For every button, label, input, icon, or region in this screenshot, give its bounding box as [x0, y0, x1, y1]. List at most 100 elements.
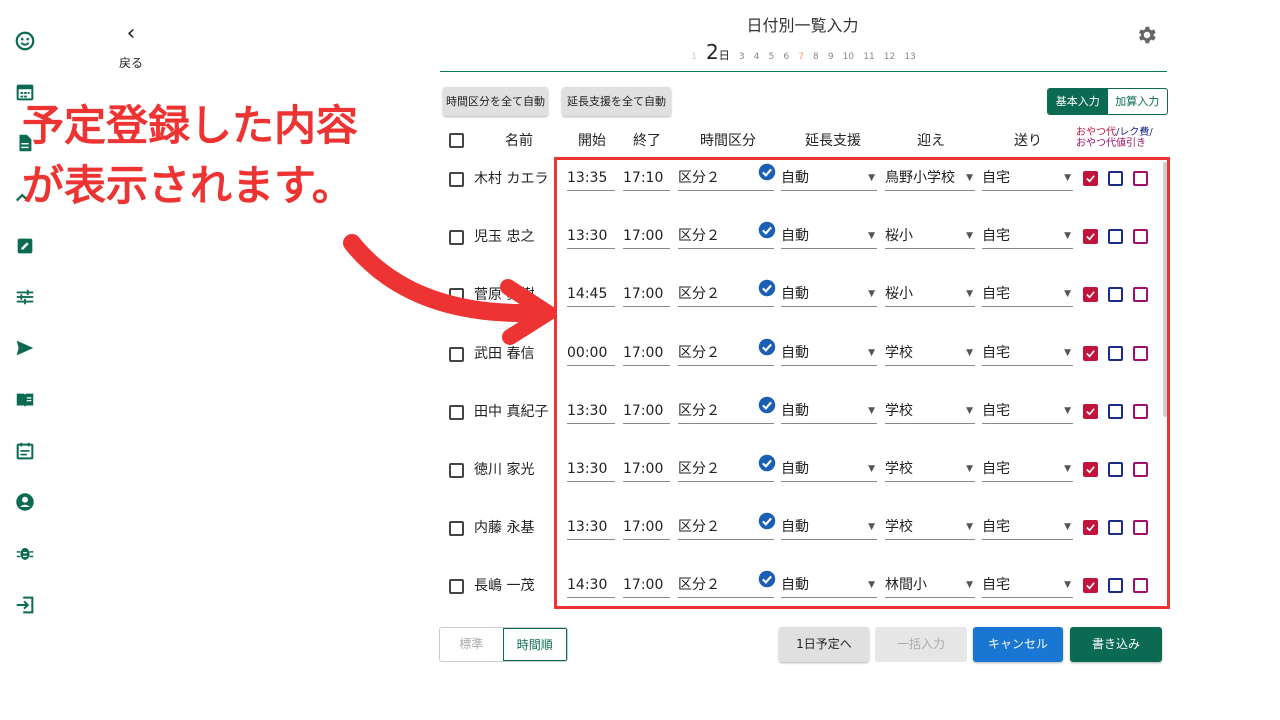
date-5[interactable]: 5	[769, 52, 775, 62]
book-icon[interactable]	[14, 389, 36, 411]
end-time-field[interactable]: 17:00	[623, 398, 670, 424]
edit-icon[interactable]	[14, 235, 36, 257]
event-note-icon[interactable]	[14, 440, 36, 462]
snack-fee-checkbox[interactable]	[1083, 578, 1098, 593]
start-time-field[interactable]: 13:30	[567, 398, 615, 424]
date-8[interactable]: 8	[813, 52, 819, 62]
bug-icon[interactable]	[14, 542, 36, 564]
start-time-field[interactable]: 00:00	[567, 340, 615, 366]
addon-input-tab[interactable]: 加算入力	[1108, 89, 1168, 114]
auto-time-class-button[interactable]: 時間区分を全て自動	[443, 87, 548, 116]
dropoff-select[interactable]: 自宅 ▼	[982, 398, 1073, 424]
sort-standard-tab[interactable]: 標準	[440, 628, 503, 661]
dropoff-select[interactable]: 自宅 ▼	[982, 514, 1073, 540]
recreation-fee-checkbox[interactable]	[1108, 171, 1123, 186]
date-1[interactable]: 1	[691, 52, 697, 62]
sort-time-tab[interactable]: 時間順	[502, 628, 567, 661]
auto-check-icon[interactable]	[758, 396, 776, 414]
recreation-fee-checkbox[interactable]	[1108, 229, 1123, 244]
dropoff-select[interactable]: 自宅 ▼	[982, 223, 1073, 249]
pickup-select[interactable]: 学校 ▼	[885, 456, 975, 482]
dropoff-select[interactable]: 自宅 ▼	[982, 281, 1073, 307]
date-13[interactable]: 13	[904, 52, 915, 62]
pickup-select[interactable]: 林間小 ▼	[885, 572, 975, 598]
auto-check-icon[interactable]	[758, 338, 776, 356]
end-time-field[interactable]: 17:10	[623, 165, 670, 191]
row-checkbox[interactable]	[449, 521, 464, 536]
cancel-button[interactable]: キャンセル	[973, 627, 1063, 662]
recreation-fee-checkbox[interactable]	[1108, 287, 1123, 302]
date-11[interactable]: 11	[863, 52, 874, 62]
dropoff-select[interactable]: 自宅 ▼	[982, 340, 1073, 366]
dropoff-select[interactable]: 自宅 ▼	[982, 572, 1073, 598]
date-3[interactable]: 3	[739, 52, 745, 62]
date-9[interactable]: 9	[828, 52, 834, 62]
day-plan-button[interactable]: 1日予定へ	[779, 627, 869, 662]
snack-discount-checkbox[interactable]	[1133, 287, 1148, 302]
start-time-field[interactable]: 13:30	[567, 456, 615, 482]
tune-icon[interactable]	[14, 286, 36, 308]
basic-input-tab[interactable]: 基本入力	[1048, 89, 1108, 114]
start-time-field[interactable]: 13:30	[567, 514, 615, 540]
row-checkbox[interactable]	[449, 347, 464, 362]
start-time-field[interactable]: 13:30	[567, 223, 615, 249]
auto-check-icon[interactable]	[758, 512, 776, 530]
dropoff-select[interactable]: 自宅 ▼	[982, 456, 1073, 482]
start-time-field[interactable]: 14:30	[567, 572, 615, 598]
snack-discount-checkbox[interactable]	[1133, 171, 1148, 186]
auto-check-icon[interactable]	[758, 454, 776, 472]
date-10[interactable]: 10	[843, 52, 854, 62]
extension-select[interactable]: 自動 ▼	[781, 514, 877, 540]
end-time-field[interactable]: 17:00	[623, 340, 670, 366]
pickup-select[interactable]: 学校 ▼	[885, 340, 975, 366]
snack-fee-checkbox[interactable]	[1083, 462, 1098, 477]
snack-discount-checkbox[interactable]	[1133, 520, 1148, 535]
extension-select[interactable]: 自動 ▼	[781, 223, 877, 249]
recreation-fee-checkbox[interactable]	[1108, 578, 1123, 593]
start-time-field[interactable]: 13:35	[567, 165, 615, 191]
recreation-fee-checkbox[interactable]	[1108, 520, 1123, 535]
end-time-field[interactable]: 17:00	[623, 281, 670, 307]
end-time-field[interactable]: 17:00	[623, 223, 670, 249]
end-time-field[interactable]: 17:00	[623, 456, 670, 482]
snack-fee-checkbox[interactable]	[1083, 520, 1098, 535]
auto-extension-button[interactable]: 延長支援を全て自動	[562, 87, 671, 116]
row-checkbox[interactable]	[449, 172, 464, 187]
pickup-select[interactable]: 学校 ▼	[885, 398, 975, 424]
pickup-select[interactable]: 桜小 ▼	[885, 223, 975, 249]
date-6[interactable]: 6	[783, 52, 789, 62]
extension-select[interactable]: 自動 ▼	[781, 165, 877, 191]
snack-fee-checkbox[interactable]	[1083, 404, 1098, 419]
select-all-checkbox[interactable]	[449, 133, 464, 148]
snack-fee-checkbox[interactable]	[1083, 287, 1098, 302]
end-time-field[interactable]: 17:00	[623, 572, 670, 598]
account-icon[interactable]	[14, 491, 36, 513]
start-time-field[interactable]: 14:45	[567, 281, 615, 307]
auto-check-icon[interactable]	[758, 570, 776, 588]
extension-select[interactable]: 自動 ▼	[781, 281, 877, 307]
recreation-fee-checkbox[interactable]	[1108, 462, 1123, 477]
recreation-fee-checkbox[interactable]	[1108, 404, 1123, 419]
date-current[interactable]: 2日	[706, 40, 730, 64]
send-icon[interactable]	[14, 337, 36, 359]
snack-fee-checkbox[interactable]	[1083, 171, 1098, 186]
date-7[interactable]: 7	[798, 52, 804, 62]
extension-select[interactable]: 自動 ▼	[781, 572, 877, 598]
extension-select[interactable]: 自動 ▼	[781, 456, 877, 482]
dropoff-select[interactable]: 自宅 ▼	[982, 165, 1073, 191]
smile-icon[interactable]	[14, 30, 36, 52]
pickup-select[interactable]: 桜小 ▼	[885, 281, 975, 307]
write-button[interactable]: 書き込み	[1070, 627, 1162, 662]
snack-fee-checkbox[interactable]	[1083, 229, 1098, 244]
auto-check-icon[interactable]	[758, 221, 776, 239]
end-time-field[interactable]: 17:00	[623, 514, 670, 540]
auto-check-icon[interactable]	[758, 163, 776, 181]
row-checkbox[interactable]	[449, 463, 464, 478]
date-4[interactable]: 4	[754, 52, 760, 62]
extension-select[interactable]: 自動 ▼	[781, 398, 877, 424]
logout-icon[interactable]	[14, 594, 36, 616]
snack-discount-checkbox[interactable]	[1133, 462, 1148, 477]
scrollbar[interactable]	[1163, 162, 1167, 417]
bulk-input-button[interactable]: 一括入力	[875, 627, 967, 662]
pickup-select[interactable]: 学校 ▼	[885, 514, 975, 540]
